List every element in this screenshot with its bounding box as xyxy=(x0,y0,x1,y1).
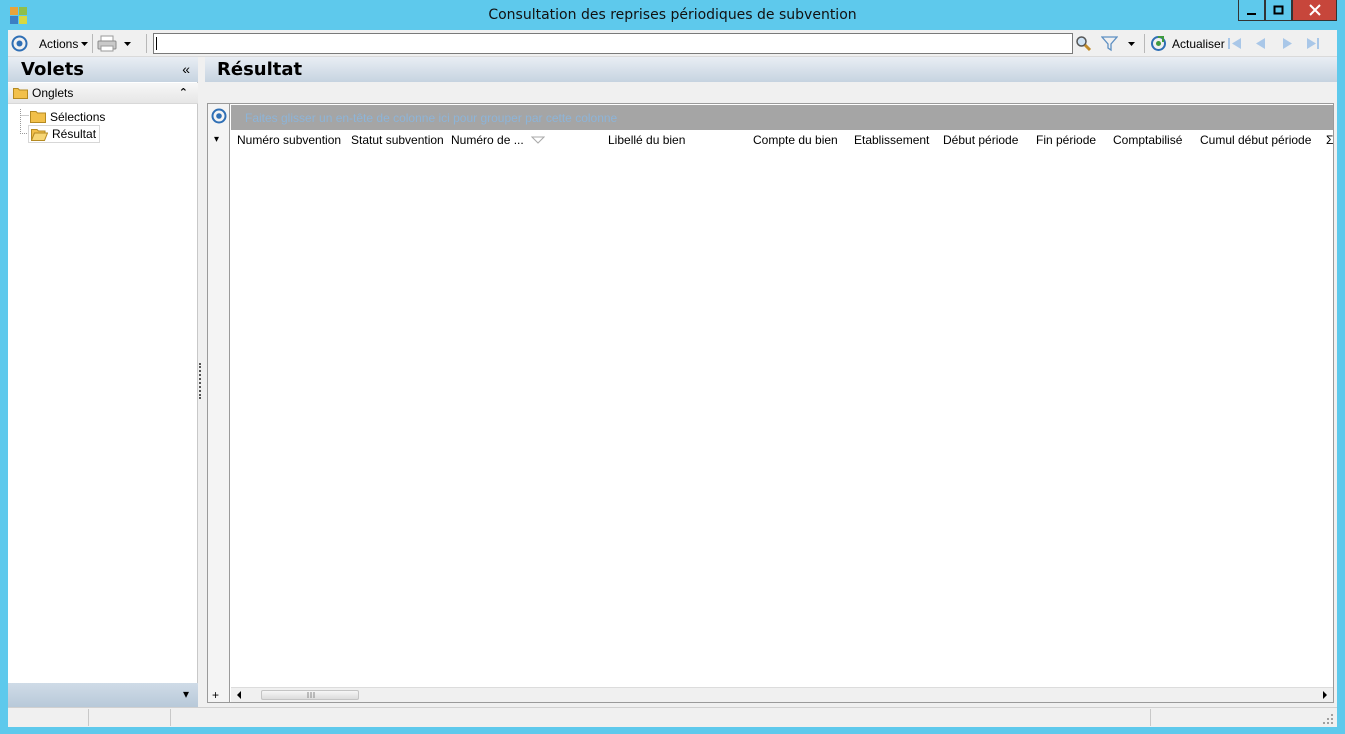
column-header-statut-subvention[interactable]: Statut subvention xyxy=(351,133,444,147)
filter-icon xyxy=(1101,36,1118,52)
sort-indicator-icon xyxy=(531,136,545,144)
folder-open-icon xyxy=(31,128,48,141)
target-icon xyxy=(11,35,28,52)
chevron-down-icon xyxy=(1128,41,1135,46)
next-record-button[interactable] xyxy=(1279,34,1295,53)
search-input[interactable] xyxy=(153,33,1073,54)
print-dropdown[interactable] xyxy=(123,34,132,53)
toolbar-separator xyxy=(1144,34,1145,53)
toolbar: Actions Actualiser xyxy=(8,30,1337,57)
collapse-pane-button[interactable]: « xyxy=(182,61,190,77)
left-pane: Volets « Onglets ⌃ Sélections Résultat ▾ xyxy=(8,57,198,707)
column-header-numero-de[interactable]: Numéro de ... xyxy=(451,133,524,147)
first-record-button[interactable] xyxy=(1227,34,1243,53)
client-area: Actions Actualiser Volets « Onglets ⌃ Sé… xyxy=(8,30,1337,727)
print-button[interactable] xyxy=(97,34,117,53)
refresh-icon xyxy=(1151,36,1166,51)
first-icon xyxy=(1228,38,1241,49)
column-header-libelle-du-bien[interactable]: Libellé du bien xyxy=(608,133,685,147)
grid-row-selector-column: ▾ xyxy=(208,104,230,702)
column-header-numero-subvention[interactable]: Numéro subvention xyxy=(237,133,341,147)
column-header-debut-periode[interactable]: Début période xyxy=(943,133,1018,147)
sum-icon[interactable]: Σ xyxy=(1326,133,1333,147)
toolbar-separator xyxy=(146,34,147,53)
maximize-icon xyxy=(1273,5,1284,14)
column-header-compte-du-bien[interactable]: Compte du bien xyxy=(753,133,838,147)
title-bar: Consultation des reprises périodiques de… xyxy=(0,0,1345,30)
result-pane: Résultat ▾ Faites glisser un en-tête de … xyxy=(205,57,1337,707)
result-header: Résultat xyxy=(205,57,1337,82)
pane-footer: ▾ xyxy=(8,683,198,707)
folder-icon xyxy=(30,111,46,123)
column-chooser-button[interactable]: ▾ xyxy=(214,134,219,145)
folder-icon xyxy=(13,88,28,99)
column-header-fin-periode[interactable]: Fin période xyxy=(1036,133,1096,147)
column-header-comptabilise[interactable]: Comptabilisé xyxy=(1113,133,1182,147)
column-header-cumul-debut-periode[interactable]: Cumul début période xyxy=(1200,133,1311,147)
scroll-right-icon[interactable] xyxy=(1321,690,1329,700)
maximize-button[interactable] xyxy=(1265,0,1292,21)
toolbar-separator xyxy=(92,34,93,53)
previous-record-button[interactable] xyxy=(1253,34,1269,53)
status-bar xyxy=(8,707,1337,727)
tree-item-label: Résultat xyxy=(52,127,97,141)
group-by-panel[interactable]: Faites glisser un en-tête de colonne ici… xyxy=(231,105,1333,130)
tree-item-label: Sélections xyxy=(50,109,106,124)
onglets-label: Onglets xyxy=(32,86,74,100)
group-by-hint: Faites glisser un en-tête de colonne ici… xyxy=(245,111,618,125)
chevron-down-icon xyxy=(124,41,131,46)
result-title: Résultat xyxy=(217,59,303,80)
scroll-left-icon[interactable] xyxy=(235,690,243,700)
tree-item-selections[interactable]: Sélections xyxy=(30,108,105,125)
printer-icon xyxy=(97,35,117,52)
refresh-button[interactable]: Actualiser xyxy=(1150,34,1225,53)
refresh-label: Actualiser xyxy=(1172,36,1225,51)
status-cell xyxy=(171,709,1151,726)
filter-dropdown[interactable] xyxy=(1127,34,1136,53)
column-header-row: Numéro subvention Statut subvention Numé… xyxy=(231,131,1333,148)
resize-grip-icon[interactable] xyxy=(1322,713,1334,725)
pane-header: Volets « xyxy=(8,57,198,82)
pane-title: Volets xyxy=(21,59,85,80)
data-grid: ▾ Faites glisser un en-tête de colonne i… xyxy=(207,103,1334,703)
chevron-down-icon[interactable]: ▾ xyxy=(183,687,189,701)
search-icon xyxy=(1076,36,1092,52)
chevron-down-icon xyxy=(81,41,89,46)
pane-splitter[interactable] xyxy=(199,363,201,399)
close-icon xyxy=(1308,4,1321,16)
chevron-up-icon[interactable]: ⌃ xyxy=(179,86,188,99)
onglets-group-header[interactable]: Onglets ⌃ xyxy=(8,83,198,104)
status-cell xyxy=(89,709,171,726)
last-icon xyxy=(1307,38,1319,49)
minimize-icon xyxy=(1247,12,1256,15)
grip-icon xyxy=(307,692,315,698)
next-icon xyxy=(1283,38,1292,49)
status-cell xyxy=(8,709,89,726)
actions-menu[interactable]: Actions xyxy=(39,34,89,53)
actions-label: Actions xyxy=(39,36,79,51)
scrollbar-thumb[interactable] xyxy=(261,690,359,700)
text-caret xyxy=(156,37,157,50)
previous-icon xyxy=(1256,38,1265,49)
window-title: Consultation des reprises périodiques de… xyxy=(488,7,857,23)
target-icon[interactable] xyxy=(211,108,227,124)
application-window: Consultation des reprises périodiques de… xyxy=(0,0,1345,734)
tree-item-resultat[interactable]: Résultat xyxy=(28,125,101,143)
column-header-etablissement[interactable]: Etablissement xyxy=(854,133,929,147)
horizontal-scrollbar[interactable]: + xyxy=(212,687,1333,702)
last-record-button[interactable] xyxy=(1305,34,1321,53)
add-row-button[interactable]: + xyxy=(212,688,219,702)
minimize-button[interactable] xyxy=(1238,0,1265,21)
target-button[interactable] xyxy=(11,34,28,53)
search-button[interactable] xyxy=(1075,34,1092,53)
filter-button[interactable] xyxy=(1101,34,1118,53)
close-button[interactable] xyxy=(1292,0,1337,21)
